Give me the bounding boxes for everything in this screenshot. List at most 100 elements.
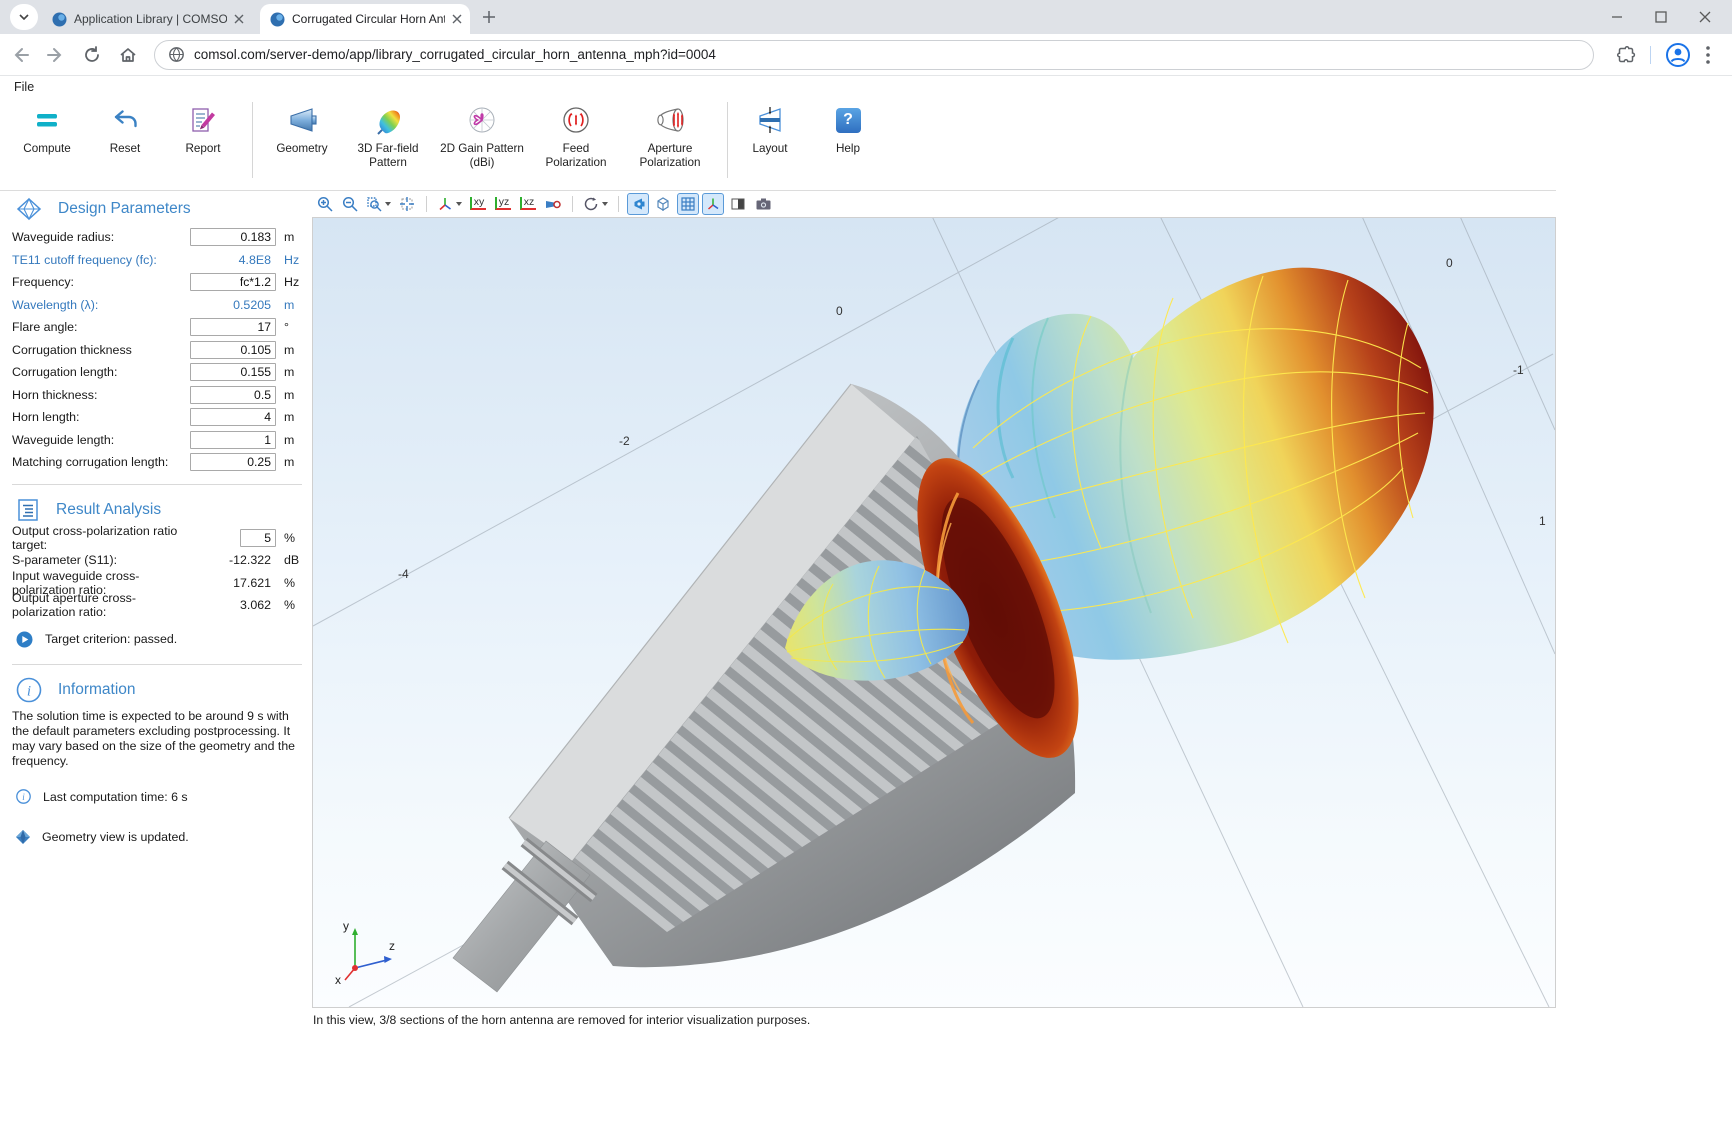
home-button[interactable] xyxy=(112,39,144,71)
play-icon xyxy=(16,631,33,648)
scene-light-icon xyxy=(630,196,646,212)
divider xyxy=(1650,46,1651,64)
corrugation-length-input[interactable] xyxy=(190,363,276,381)
projection-button[interactable] xyxy=(542,193,564,215)
dropdown-caret xyxy=(385,202,391,206)
site-info-icon[interactable] xyxy=(169,47,184,62)
frequency-input[interactable] xyxy=(190,273,276,291)
parameter-row: Frequency: Hz xyxy=(12,271,302,294)
default-view-button[interactable] xyxy=(435,193,464,215)
aperture-polarization-button[interactable]: Aperture Polarization xyxy=(623,98,717,182)
report-icon xyxy=(188,102,218,138)
result-row: Output aperture cross-polarization ratio… xyxy=(12,594,302,617)
2d-gain-button[interactable]: 2D Gain Pattern (dBi) xyxy=(435,98,529,182)
cross-polarization-target-input[interactable] xyxy=(240,529,276,547)
axis-orientation-button[interactable] xyxy=(702,193,724,215)
file-menu[interactable]: File xyxy=(14,80,34,94)
tab-search-button[interactable] xyxy=(10,4,38,30)
zoom-box-button[interactable] xyxy=(364,193,393,215)
zoom-extents-icon xyxy=(399,196,415,212)
output-cross-pol-value: 3.062 xyxy=(190,598,276,612)
waveguide-length-input[interactable] xyxy=(190,431,276,449)
app-menubar: File xyxy=(0,78,1732,96)
forward-button[interactable] xyxy=(40,39,72,71)
camera-icon xyxy=(755,196,772,212)
view-xz-button[interactable]: xz xyxy=(517,193,539,215)
zoom-out-button[interactable] xyxy=(339,193,361,215)
feed-polarization-button[interactable]: Feed Polarization xyxy=(529,98,623,182)
back-button[interactable] xyxy=(4,39,36,71)
information-icon: i xyxy=(16,677,42,703)
parameter-row: Flare angle: ° xyxy=(12,316,302,339)
divider xyxy=(12,664,302,665)
url-text: comsol.com/server-demo/app/library_corru… xyxy=(194,47,716,62)
compute-button[interactable]: Compute xyxy=(8,98,86,182)
matching-corrugation-length-input[interactable] xyxy=(190,453,276,471)
parameter-row: Corrugation thickness m xyxy=(12,339,302,362)
axis-tick-label: -4 xyxy=(398,567,409,581)
profile-icon[interactable] xyxy=(1665,42,1691,68)
maximize-button[interactable] xyxy=(1648,11,1674,23)
geometry-button[interactable]: Geometry xyxy=(263,98,341,182)
zoom-out-icon xyxy=(342,196,358,212)
last-computation-status: i Last computation time: 6 s xyxy=(16,789,302,804)
horn-thickness-input[interactable] xyxy=(190,386,276,404)
extensions-icon[interactable] xyxy=(1616,45,1636,65)
chevron-down-icon xyxy=(19,14,29,20)
svg-text:i: i xyxy=(27,683,31,699)
grid-button[interactable] xyxy=(677,193,699,215)
parameter-row: Horn thickness: m xyxy=(12,384,302,407)
view-xy-icon: xy xyxy=(470,197,487,210)
2d-gain-icon xyxy=(467,102,497,138)
browser-tab-strip: Application Library | COMSOL S Corrugate… xyxy=(0,0,1732,34)
url-bar[interactable]: comsol.com/server-demo/app/library_corru… xyxy=(154,40,1594,70)
divider xyxy=(12,484,302,485)
contrast-button[interactable] xyxy=(727,193,749,215)
flare-angle-input[interactable] xyxy=(190,318,276,336)
graphics-canvas[interactable]: 0 0 -1 1 -2 -4 y z x xyxy=(312,217,1556,1008)
app-ribbon: Compute Reset Report Geometry 3D Far-fie… xyxy=(0,98,1732,182)
report-button[interactable]: Report xyxy=(164,98,242,182)
tab-application-library[interactable]: Application Library | COMSOL S xyxy=(42,4,252,34)
triad-x-label: x xyxy=(335,973,341,987)
comsol-favicon xyxy=(52,12,67,27)
close-icon[interactable] xyxy=(234,14,244,24)
toolbar-separator xyxy=(426,196,427,212)
layout-button[interactable]: Layout xyxy=(738,98,802,182)
compute-icon xyxy=(32,102,62,138)
reload-button[interactable] xyxy=(76,39,108,71)
menu-dots-icon[interactable] xyxy=(1705,45,1711,65)
ribbon-separator xyxy=(727,102,728,178)
3d-farfield-icon xyxy=(373,102,403,138)
help-icon: ? xyxy=(836,102,861,138)
scene-light-button[interactable] xyxy=(627,193,649,215)
tab-horn-antenna[interactable]: Corrugated Circular Horn Anten xyxy=(260,4,470,34)
view-xz-icon: xz xyxy=(520,197,537,210)
help-button[interactable]: ? Help xyxy=(818,98,878,182)
minimize-button[interactable] xyxy=(1604,11,1630,23)
close-window-button[interactable] xyxy=(1692,11,1718,23)
close-icon[interactable] xyxy=(452,14,462,24)
waveguide-radius-input[interactable] xyxy=(190,228,276,246)
new-tab-button[interactable] xyxy=(476,4,502,30)
geometry-status: Geometry view is updated. xyxy=(16,830,302,844)
corrugation-thickness-input[interactable] xyxy=(190,341,276,359)
view-xy-button[interactable]: xy xyxy=(467,193,489,215)
horn-length-input[interactable] xyxy=(190,408,276,426)
zoom-in-button[interactable] xyxy=(314,193,336,215)
contrast-icon xyxy=(730,196,746,212)
triad-y-label: y xyxy=(343,919,349,933)
rotate-button[interactable] xyxy=(581,193,610,215)
transparency-button[interactable] xyxy=(652,193,674,215)
parameter-row: TE11 cutoff frequency (fc): 4.8E8 Hz xyxy=(12,249,302,272)
snapshot-button[interactable] xyxy=(752,193,774,215)
zoom-extents-button[interactable] xyxy=(396,193,418,215)
result-analysis-header: Result Analysis xyxy=(12,491,302,527)
reset-button[interactable]: Reset xyxy=(86,98,164,182)
wavelength-value: 0.5205 xyxy=(190,298,276,312)
parameter-row: Waveguide length: m xyxy=(12,429,302,452)
view-yz-button[interactable]: yz xyxy=(492,193,514,215)
tab-title: Application Library | COMSOL S xyxy=(74,12,227,26)
3d-farfield-button[interactable]: 3D Far-field Pattern xyxy=(341,98,435,182)
zoom-box-icon xyxy=(366,196,382,212)
